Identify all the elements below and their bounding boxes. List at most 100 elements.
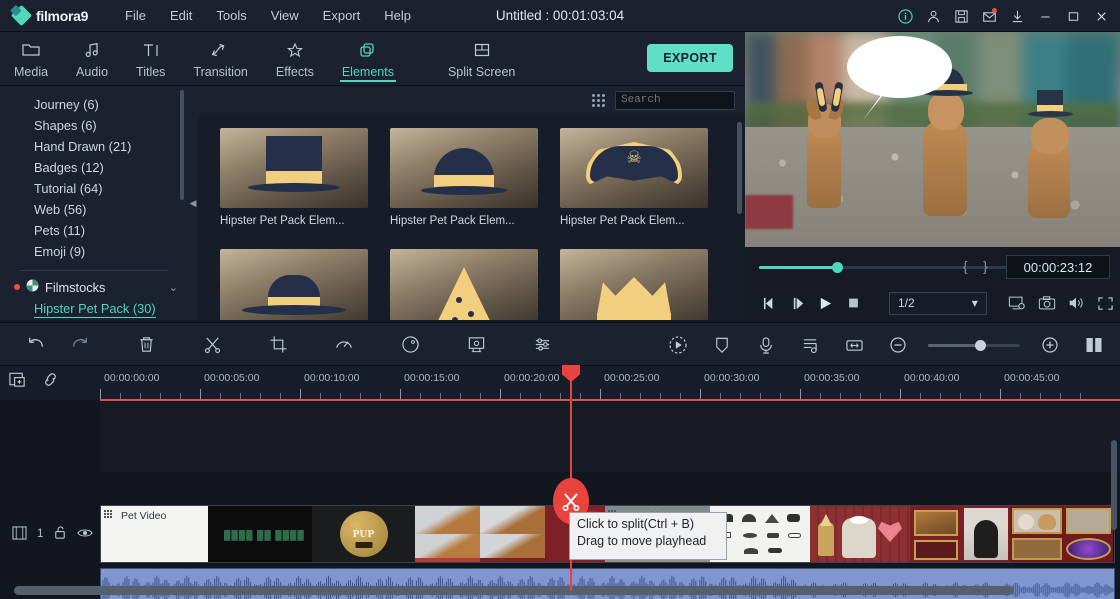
screen-settings-icon[interactable] bbox=[1003, 290, 1032, 316]
empty-track-area[interactable] bbox=[100, 402, 1120, 472]
timeline-clip[interactable] bbox=[415, 506, 545, 562]
chevron-down-icon[interactable]: ⌄ bbox=[169, 281, 178, 294]
redo-button[interactable] bbox=[58, 322, 102, 366]
library-item-label: Hipster Pet Pack Elem... bbox=[220, 215, 345, 227]
sidebar-item-emoji[interactable]: Emoji (9) bbox=[0, 241, 188, 262]
snapshot-icon[interactable] bbox=[1032, 290, 1061, 316]
timeline-clip[interactable]: Pet Video bbox=[101, 506, 208, 562]
library-item[interactable] bbox=[390, 249, 538, 320]
library-item-label: Hipster Pet Pack Elem... bbox=[560, 215, 685, 227]
next-frame-button[interactable] bbox=[785, 290, 813, 316]
download-icon[interactable] bbox=[1004, 3, 1030, 29]
grid-view-icon[interactable] bbox=[592, 93, 605, 107]
undo-button[interactable] bbox=[14, 322, 58, 366]
delete-button[interactable] bbox=[124, 322, 168, 366]
menu-item-export[interactable]: Export bbox=[311, 4, 373, 27]
menu-item-edit[interactable]: Edit bbox=[158, 4, 204, 27]
library-item[interactable] bbox=[560, 249, 708, 320]
mark-out-icon[interactable]: } bbox=[983, 258, 988, 274]
timeline-clip[interactable] bbox=[910, 506, 1010, 562]
timeline-clip[interactable]: ████ ██ ████ bbox=[208, 506, 312, 562]
sidebar-item-hipster-pet-pack[interactable]: Hipster Pet Pack (30) bbox=[0, 297, 188, 319]
close-button[interactable] bbox=[1088, 3, 1114, 29]
mail-icon[interactable] bbox=[976, 3, 1002, 29]
preview-video[interactable] bbox=[745, 32, 1120, 247]
account-icon[interactable] bbox=[920, 3, 946, 29]
timeline-clip[interactable]: PUP bbox=[312, 506, 415, 562]
panel-collapse-handle[interactable]: ◀ bbox=[188, 86, 198, 320]
folder-icon bbox=[21, 38, 41, 62]
menu-item-file[interactable]: File bbox=[113, 4, 158, 27]
sidebar-item-hand-drawn[interactable]: Hand Drawn (21) bbox=[0, 136, 188, 157]
previous-frame-button[interactable] bbox=[757, 290, 785, 316]
volume-icon[interactable] bbox=[1061, 290, 1090, 316]
color-button[interactable] bbox=[388, 322, 432, 366]
title-bar: filmora9 File Edit Tools View Export Hel… bbox=[0, 0, 1120, 32]
minimize-button[interactable] bbox=[1032, 3, 1058, 29]
render-preview-button[interactable] bbox=[656, 323, 700, 367]
sidebar-item-journey[interactable]: Journey (6) bbox=[0, 94, 188, 115]
library-item[interactable]: Hipster Pet Pack Elem... bbox=[390, 128, 538, 227]
fit-timeline-button[interactable] bbox=[832, 323, 876, 367]
sidebar-item-badges[interactable]: Badges (12) bbox=[0, 157, 188, 178]
library-item[interactable]: ☠ Hipster Pet Pack Elem... bbox=[560, 128, 708, 227]
menu-item-view[interactable]: View bbox=[259, 4, 311, 27]
tooltip-line-1: Click to split(Ctrl + B) bbox=[577, 517, 695, 531]
menu-bar: File Edit Tools View Export Help bbox=[113, 4, 423, 27]
zoom-out-button[interactable] bbox=[876, 323, 920, 367]
library-item[interactable] bbox=[220, 249, 368, 320]
zoom-in-button[interactable] bbox=[1028, 323, 1072, 367]
green-screen-button[interactable] bbox=[454, 322, 498, 366]
speed-button[interactable] bbox=[322, 322, 366, 366]
preview-timecode[interactable]: 00:00:23:12 bbox=[1006, 255, 1110, 279]
timeline-ruler[interactable]: 00:00:00:00 00:00:05:00 00:00:10:00 00:00:1… bbox=[100, 366, 1120, 400]
sidebar-item-tutorial[interactable]: Tutorial (64) bbox=[0, 178, 188, 199]
fullscreen-icon[interactable] bbox=[1091, 290, 1120, 316]
preview-zoom-select[interactable]: 1/2 ▾ bbox=[889, 291, 987, 315]
timeline-clip[interactable] bbox=[1010, 506, 1113, 562]
adjust-button[interactable] bbox=[520, 322, 564, 366]
timeline-vertical-scrollbar[interactable] bbox=[1111, 440, 1117, 530]
maximize-button[interactable] bbox=[1060, 3, 1086, 29]
info-icon[interactable] bbox=[892, 3, 918, 29]
menu-item-help[interactable]: Help bbox=[372, 4, 423, 27]
export-button[interactable]: EXPORT bbox=[647, 44, 733, 72]
progress-knob[interactable] bbox=[832, 262, 843, 273]
element-thumbnail: ☠ bbox=[560, 128, 708, 208]
search-input[interactable] bbox=[621, 94, 745, 106]
link-icon[interactable] bbox=[41, 370, 60, 394]
add-track-icon[interactable] bbox=[8, 370, 27, 394]
menu-item-tools[interactable]: Tools bbox=[204, 4, 258, 27]
timeline-horizontal-scrollbar[interactable] bbox=[14, 586, 1014, 595]
tab-split-screen[interactable]: Split Screen bbox=[434, 32, 529, 86]
split-button[interactable] bbox=[190, 322, 234, 366]
tab-audio[interactable]: Audio bbox=[62, 32, 122, 86]
sidebar-scrollbar[interactable] bbox=[180, 90, 184, 200]
tab-media[interactable]: Media bbox=[0, 32, 62, 86]
tab-effects[interactable]: Effects bbox=[262, 32, 328, 86]
sidebar-item-pets[interactable]: Pets (11) bbox=[0, 220, 188, 241]
marker-button[interactable] bbox=[700, 323, 744, 367]
sidebar-group-filmstocks[interactable]: Filmstocks ⌄ bbox=[0, 277, 188, 297]
unlock-icon[interactable] bbox=[53, 525, 67, 543]
tab-transition[interactable]: Transition bbox=[179, 32, 261, 86]
crop-button[interactable] bbox=[256, 322, 300, 366]
library-scrollbar[interactable] bbox=[737, 122, 742, 214]
split-view-button[interactable] bbox=[1072, 323, 1116, 367]
save-icon[interactable] bbox=[948, 3, 974, 29]
library-item[interactable]: Hipster Pet Pack Elem... bbox=[220, 128, 368, 227]
timeline-zoom-slider[interactable] bbox=[928, 339, 1020, 351]
timeline-clip[interactable] bbox=[810, 506, 910, 562]
tab-titles[interactable]: Titles bbox=[122, 32, 179, 86]
voiceover-button[interactable] bbox=[744, 323, 788, 367]
audio-mixer-button[interactable] bbox=[788, 323, 832, 367]
sidebar-item-web[interactable]: Web (56) bbox=[0, 199, 188, 220]
zoom-slider-knob[interactable] bbox=[975, 339, 986, 351]
search-box[interactable] bbox=[615, 90, 745, 110]
eye-icon[interactable] bbox=[77, 527, 94, 542]
sidebar-item-shapes[interactable]: Shapes (6) bbox=[0, 115, 188, 136]
stop-button[interactable] bbox=[840, 290, 868, 316]
mark-in-icon[interactable]: { bbox=[963, 258, 968, 274]
tab-elements[interactable]: Elements bbox=[328, 32, 408, 86]
play-button[interactable] bbox=[812, 290, 840, 316]
